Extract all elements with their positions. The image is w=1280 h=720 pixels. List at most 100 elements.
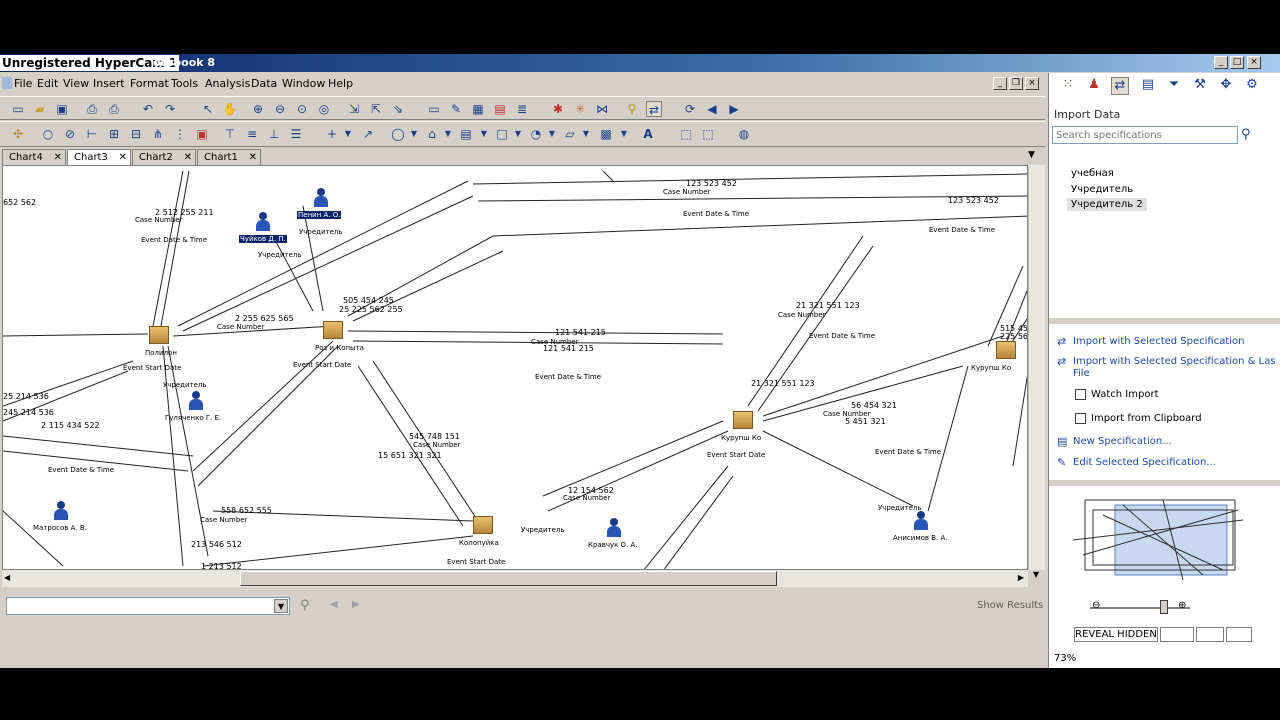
import-clipboard-checkbox[interactable] (1075, 413, 1086, 424)
close-tab-icon[interactable]: ✕ (184, 150, 192, 165)
import-with-spec-last-link-file[interactable]: File (1073, 368, 1090, 379)
ellipse-icon[interactable]: ◯ (390, 126, 406, 142)
zoom-fit-icon[interactable]: ⊙ (294, 101, 310, 117)
entity-icon[interactable] (323, 321, 343, 339)
spec-item[interactable]: учебная (1071, 168, 1114, 179)
structure-icon[interactable]: ⋈ (594, 101, 610, 117)
box-dropdown-icon[interactable]: ▼ (510, 126, 526, 142)
hand-icon[interactable]: ✋ (222, 101, 238, 117)
distribute-icon[interactable]: ☰ (288, 126, 304, 142)
next-result-icon[interactable]: ▶ (352, 599, 360, 610)
zoom-out-icon[interactable]: ⊖ (272, 101, 288, 117)
save-icon[interactable]: ▣ (54, 101, 70, 117)
zoom-slider-thumb[interactable] (1160, 600, 1168, 614)
menu-analysis[interactable]: Analysis (205, 77, 250, 90)
chart-style-dropdown-icon[interactable]: ▼ (544, 126, 560, 142)
move-icon[interactable]: ✥ (1217, 77, 1235, 95)
add-dropdown-icon[interactable]: ▼ (340, 126, 356, 142)
splitter[interactable] (1049, 318, 1280, 324)
doc-minimize-button[interactable]: _ (993, 77, 1007, 90)
entity-icon[interactable] (149, 326, 169, 344)
forward-icon[interactable]: ▶ (726, 101, 742, 117)
menu-file[interactable]: File (14, 77, 32, 90)
person-icon[interactable] (313, 188, 329, 208)
new-spec-link[interactable]: New Specification... (1073, 436, 1172, 447)
list-icon[interactable]: ≣ (514, 101, 530, 117)
add-icon[interactable]: + (324, 126, 340, 142)
connect-icon[interactable]: ⊢ (84, 126, 100, 142)
expand-icon[interactable]: ⇘ (390, 101, 406, 117)
user-icon[interactable]: ♟ (1085, 77, 1103, 95)
horizontal-scroll-thumb[interactable] (240, 571, 777, 586)
redo-icon[interactable]: ↷ (162, 101, 178, 117)
entity-icon[interactable] (733, 411, 753, 429)
search-chart-icon[interactable]: ⚲ (624, 101, 640, 117)
back-icon[interactable]: ◀ (704, 101, 720, 117)
chevron-down-icon[interactable]: ▼ (274, 599, 288, 613)
scroll-right-icon[interactable]: ▶ (1018, 573, 1024, 582)
person-icon[interactable] (188, 391, 204, 411)
horizontal-scrollbar[interactable]: ◀ ▶ (2, 570, 1028, 587)
highlight-icon[interactable]: ▤ (492, 101, 508, 117)
menu-view[interactable]: View (63, 77, 89, 90)
theme-icon[interactable]: ▣ (194, 126, 210, 142)
person-icon[interactable] (913, 511, 929, 531)
zoom-selection-icon[interactable]: ◎ (316, 101, 332, 117)
link-analysis-icon[interactable]: ✱ (550, 101, 566, 117)
table-dropdown-icon[interactable]: ▼ (476, 126, 492, 142)
zoom-out-icon[interactable]: ⊖ (1092, 600, 1100, 611)
timeline-icon[interactable]: ⋮ (172, 126, 188, 142)
spec-item-selected[interactable]: Учредитель 2 (1067, 198, 1147, 211)
doc-restore-button[interactable]: ❐ (1009, 77, 1023, 90)
grid-icon[interactable]: ▦ (470, 101, 486, 117)
search-icon[interactable]: ⚲ (300, 598, 310, 613)
undo-icon[interactable]: ↶ (140, 101, 156, 117)
spec-search-input[interactable] (1052, 126, 1238, 144)
chart-canvas[interactable]: Полилон Роз и Копыта Курупш Ко Курупш Ко… (2, 165, 1028, 570)
import-icon[interactable]: ⇄ (646, 101, 662, 117)
align-top-icon[interactable]: ⊤ (222, 126, 238, 142)
table-icon[interactable]: ▤ (458, 126, 474, 142)
tab-chart2[interactable]: Chart2 ✕ (132, 149, 196, 165)
tab-list-dropdown-icon[interactable]: ▼ (1028, 150, 1035, 160)
scroll-left-icon[interactable]: ◀ (4, 573, 10, 582)
box-icon[interactable]: □ (494, 126, 510, 142)
image-icon[interactable]: ▩ (598, 126, 614, 142)
search-icon[interactable]: ⚲ (1241, 127, 1251, 142)
splitter[interactable] (1049, 480, 1280, 486)
filter-icon[interactable]: ⏷ (1165, 77, 1183, 95)
show-results-link[interactable]: Show Results (977, 600, 1043, 611)
network-icon[interactable]: ✳ (572, 101, 588, 117)
arrange-icon[interactable]: ⇲ (346, 101, 362, 117)
new-icon[interactable]: ▭ (10, 101, 26, 117)
vertical-scrollbar[interactable] (1028, 165, 1045, 570)
label-icon[interactable]: ⌂ (424, 126, 440, 142)
select-pointer-icon[interactable]: ↖ (200, 101, 216, 117)
menu-window[interactable]: Window (282, 77, 325, 90)
zoom-in-icon[interactable]: ⊕ (1178, 600, 1186, 611)
menu-data[interactable]: Data (251, 77, 277, 90)
overview-minimap[interactable] (1063, 495, 1253, 585)
graph-dropdown-icon[interactable]: ▼ (578, 126, 594, 142)
print-icon[interactable]: ⎙ (106, 101, 122, 117)
close-tab-icon[interactable]: ✕ (54, 150, 62, 165)
previous-result-icon[interactable]: ◀ (330, 599, 338, 610)
entity-icon[interactable] (473, 516, 493, 534)
snap-icon[interactable]: ✣ (10, 126, 26, 142)
edit-spec-link[interactable]: Edit Selected Specification... (1073, 457, 1216, 468)
align-bottom-icon[interactable]: ⊥ (266, 126, 282, 142)
close-tab-icon[interactable]: ✕ (249, 150, 257, 165)
link-icon[interactable]: ↗ (360, 126, 376, 142)
layout-icon[interactable]: ⇱ (368, 101, 384, 117)
open-icon[interactable]: ▰ (32, 101, 48, 117)
zoom-slider[interactable] (1090, 607, 1190, 609)
no-entry-icon[interactable]: ⊘ (62, 126, 78, 142)
menu-help[interactable]: Help (328, 77, 353, 90)
comment-icon[interactable]: ✎ (448, 101, 464, 117)
import-with-spec-last-link[interactable]: Import with Selected Specification & Las (1073, 356, 1276, 367)
minimize-button[interactable]: _ (1214, 56, 1228, 69)
chart-style-icon[interactable]: ◔ (528, 126, 544, 142)
tab-chart3[interactable]: Chart3 ✕ (67, 149, 131, 166)
graph-icon[interactable]: ▱ (562, 126, 578, 142)
chart-view-icon[interactable]: ▭ (426, 101, 442, 117)
